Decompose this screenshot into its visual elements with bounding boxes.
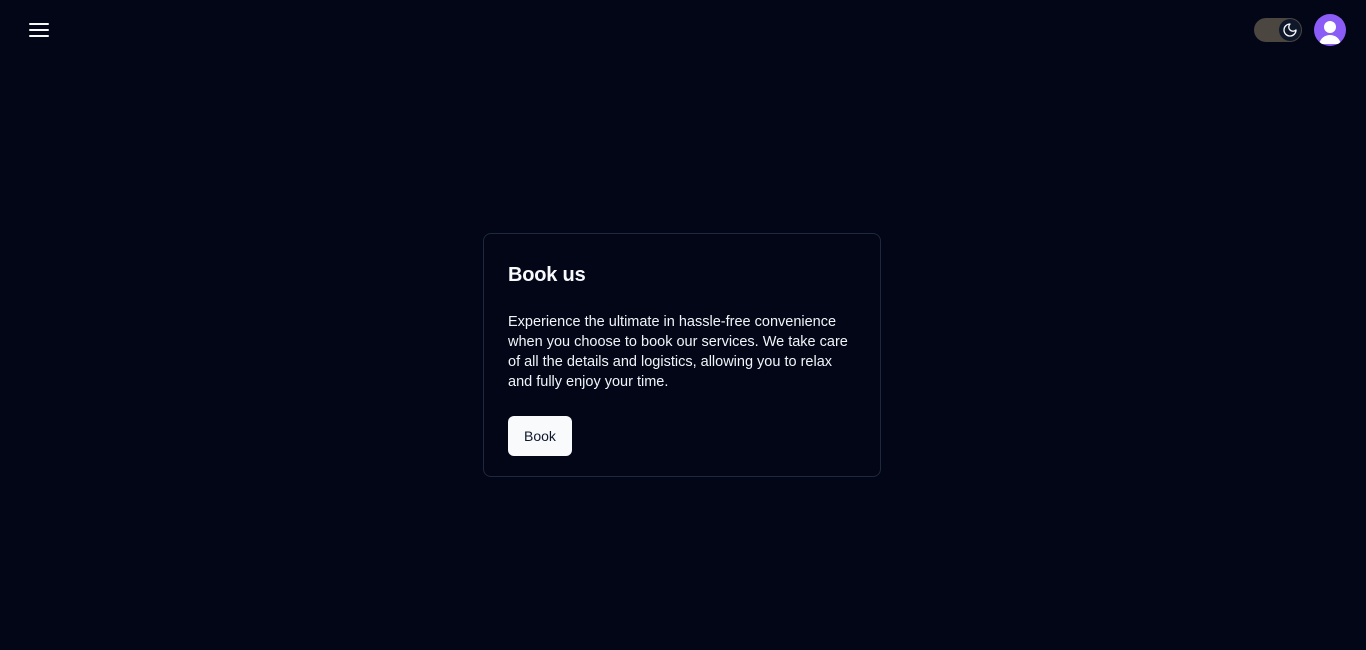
user-avatar[interactable] bbox=[1314, 14, 1346, 46]
card-title: Book us bbox=[508, 264, 586, 286]
hamburger-menu-icon bbox=[29, 23, 49, 37]
top-bar bbox=[0, 0, 1366, 60]
book-button[interactable]: Book bbox=[508, 416, 572, 456]
menu-button[interactable] bbox=[28, 18, 52, 42]
booking-card: Book us Experience the ultimate in hassl… bbox=[483, 233, 881, 477]
user-icon bbox=[1319, 21, 1341, 44]
card-description: Experience the ultimate in hassle-free c… bbox=[508, 314, 848, 390]
page: Book us Experience the ultimate in hassl… bbox=[0, 0, 1366, 650]
theme-toggle[interactable] bbox=[1254, 18, 1302, 42]
moon-icon bbox=[1283, 23, 1297, 37]
toggle-knob bbox=[1279, 19, 1301, 41]
